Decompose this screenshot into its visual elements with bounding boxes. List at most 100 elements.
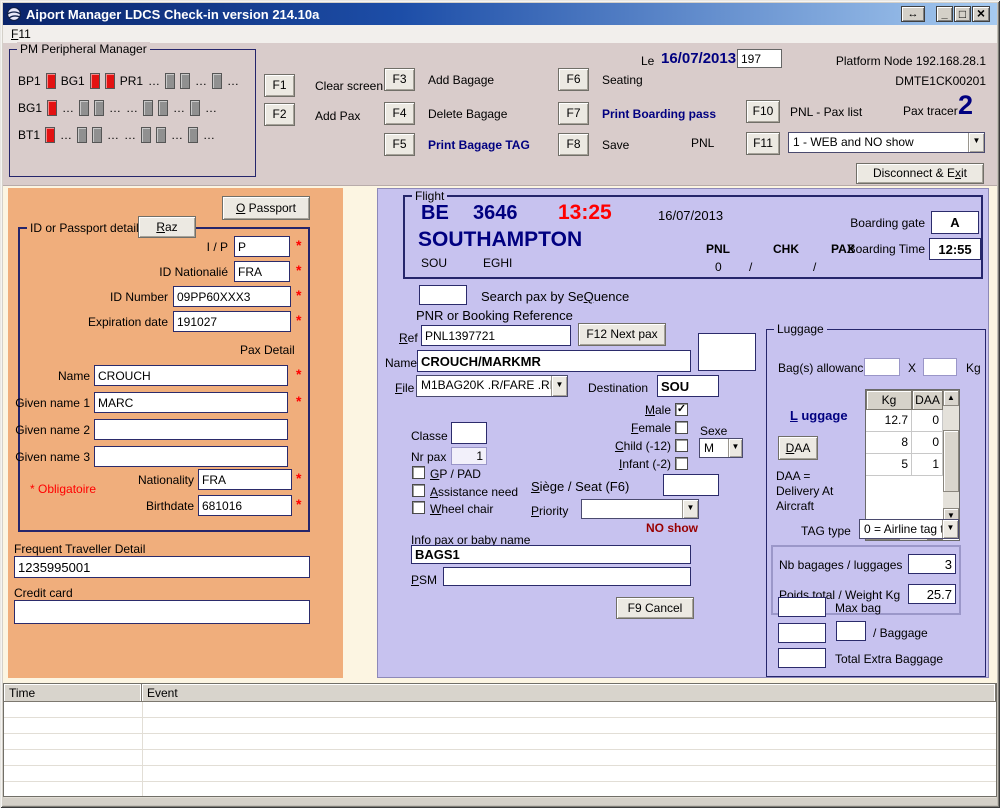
- boarding-gate-field[interactable]: [931, 211, 979, 234]
- f3-button[interactable]: F3: [384, 68, 415, 91]
- event-log-table: Time Event: [3, 683, 997, 797]
- chevron-down-icon[interactable]: ▼: [968, 133, 984, 152]
- luggage-table-header-daa[interactable]: DAA: [912, 390, 943, 410]
- seat-field[interactable]: [663, 474, 719, 496]
- minimize-button[interactable]: _: [936, 6, 953, 22]
- app-icon: [6, 6, 22, 22]
- priority-dropdown[interactable]: ▼: [581, 499, 699, 519]
- birthdate-field[interactable]: [198, 495, 292, 516]
- boarding-time-field[interactable]: [929, 238, 981, 260]
- tag-type-dropdown[interactable]: 0 = Airline tag t ▼: [859, 519, 959, 539]
- chevron-down-icon[interactable]: ▼: [942, 520, 958, 538]
- f2-button[interactable]: F2: [264, 103, 295, 126]
- log-header-time[interactable]: Time: [4, 684, 142, 702]
- peripheral-label: …: [107, 128, 119, 142]
- nationality-field[interactable]: [198, 469, 292, 490]
- disconnect-exit-button[interactable]: Disconnect & Exit: [856, 163, 984, 184]
- scroll-up-button[interactable]: ▲: [943, 390, 959, 406]
- destination-field[interactable]: [657, 375, 719, 397]
- luggage-hotkey-label: L uggage: [790, 408, 848, 423]
- f10-button[interactable]: F10: [746, 100, 780, 123]
- f5-button[interactable]: F5: [384, 133, 415, 156]
- pm-peripheral-group: PM Peripheral Manager BP1BG1PR1……… BG1………: [9, 49, 256, 177]
- peripheral-status-active-icon: [45, 127, 55, 143]
- resize-icon: ↔: [908, 8, 919, 20]
- assistance-checkbox[interactable]: [412, 484, 425, 497]
- female-checkbox[interactable]: [675, 421, 688, 434]
- pax-name-field[interactable]: [417, 350, 691, 372]
- chevron-down-icon[interactable]: ▼: [682, 500, 698, 518]
- f1-button[interactable]: F1: [264, 74, 295, 97]
- birthdate-asterisk: *: [296, 496, 301, 512]
- menu-item-f11[interactable]: F11: [11, 27, 31, 41]
- pnl-filter-dropdown[interactable]: 1 - WEB and NO show ▼: [788, 132, 985, 153]
- peripheral-label: …: [227, 74, 239, 88]
- passport-button[interactable]: O Passport: [222, 196, 310, 220]
- nb-bagages-field[interactable]: [908, 554, 956, 574]
- f8-button[interactable]: F8: [558, 133, 589, 156]
- ref-field[interactable]: [421, 325, 571, 346]
- male-checkbox[interactable]: ✓: [675, 403, 688, 416]
- id-nationality-field[interactable]: [234, 261, 290, 282]
- f6-button[interactable]: F6: [558, 68, 589, 91]
- sexe-dropdown[interactable]: M ▼: [699, 438, 743, 458]
- infant-checkbox[interactable]: [675, 457, 688, 470]
- expiration-date-field[interactable]: [173, 311, 291, 332]
- chevron-down-icon[interactable]: ▼: [551, 376, 567, 396]
- peripheral-status-idle-icon: [79, 100, 89, 116]
- f4-button[interactable]: F4: [384, 102, 415, 125]
- nrpax-field[interactable]: [451, 447, 487, 465]
- child-checkbox[interactable]: [675, 439, 688, 452]
- top-panel: PM Peripheral Manager BP1BG1PR1……… BG1………: [3, 43, 997, 186]
- peripheral-status-idle-icon: [92, 127, 102, 143]
- total-extra-field[interactable]: [778, 648, 826, 668]
- bag-allowance-count-field[interactable]: [864, 358, 900, 376]
- log-row: [4, 718, 996, 734]
- per-baggage-field1[interactable]: [778, 623, 826, 643]
- sequence-search-input[interactable]: [419, 285, 467, 305]
- classe-field[interactable]: [451, 422, 487, 444]
- psm-field[interactable]: [443, 567, 691, 586]
- flight-date: 16/07/2013: [658, 208, 723, 223]
- maximize-button[interactable]: □: [954, 6, 971, 22]
- info-pax-field[interactable]: [411, 545, 691, 564]
- resize-button[interactable]: ↔: [901, 6, 925, 22]
- id-number-field[interactable]: [173, 286, 291, 307]
- maximize-icon: □: [959, 7, 966, 21]
- sexe-label: Sexe: [700, 424, 727, 438]
- daa-button[interactable]: DAA: [778, 436, 818, 460]
- poids-total-field[interactable]: [908, 584, 956, 604]
- peripheral-status-idle-icon: [158, 100, 168, 116]
- flight-city: SOUTHAMPTON: [418, 228, 582, 252]
- peripheral-status-idle-icon: [143, 100, 153, 116]
- peripheral-label: …: [124, 128, 136, 142]
- given-name3-field[interactable]: [94, 446, 288, 467]
- max-bag-field[interactable]: [778, 597, 826, 617]
- f11-button[interactable]: F11: [746, 132, 780, 155]
- cancel-button[interactable]: F9 Cancel: [616, 597, 694, 619]
- frequent-traveller-field[interactable]: [14, 556, 310, 578]
- gp-pad-checkbox[interactable]: [412, 466, 425, 479]
- bag-allowance-kg-field[interactable]: [923, 358, 957, 376]
- wheelchair-checkbox[interactable]: [412, 501, 425, 514]
- log-header-event[interactable]: Event: [142, 684, 996, 702]
- per-baggage-field2[interactable]: [836, 621, 866, 641]
- current-date: 16/07/2013: [661, 50, 736, 67]
- file-dropdown[interactable]: M1BAG20K .R/FARE .RN/N ▼: [416, 375, 568, 397]
- infant-label: Infant (-2): [591, 457, 671, 471]
- credit-card-field[interactable]: [14, 600, 310, 624]
- close-button[interactable]: ×: [972, 6, 990, 22]
- chevron-down-icon[interactable]: ▼: [728, 439, 742, 457]
- next-pax-button[interactable]: F12 Next pax: [578, 323, 666, 346]
- given-name1-field[interactable]: [94, 392, 288, 413]
- vertical-scrollbar-thumb[interactable]: [943, 430, 959, 492]
- ip-field[interactable]: [234, 236, 290, 257]
- name-field[interactable]: [94, 365, 288, 386]
- flight-pnl-count: 0: [715, 260, 722, 274]
- id-number-asterisk: *: [296, 287, 301, 303]
- luggage-table-header-kg[interactable]: Kg: [866, 390, 912, 410]
- f7-button[interactable]: F7: [558, 102, 589, 125]
- raz-button[interactable]: Raz: [138, 216, 196, 238]
- id-passport-group-title: ID or Passport detail: [27, 221, 142, 235]
- given-name2-field[interactable]: [94, 419, 288, 440]
